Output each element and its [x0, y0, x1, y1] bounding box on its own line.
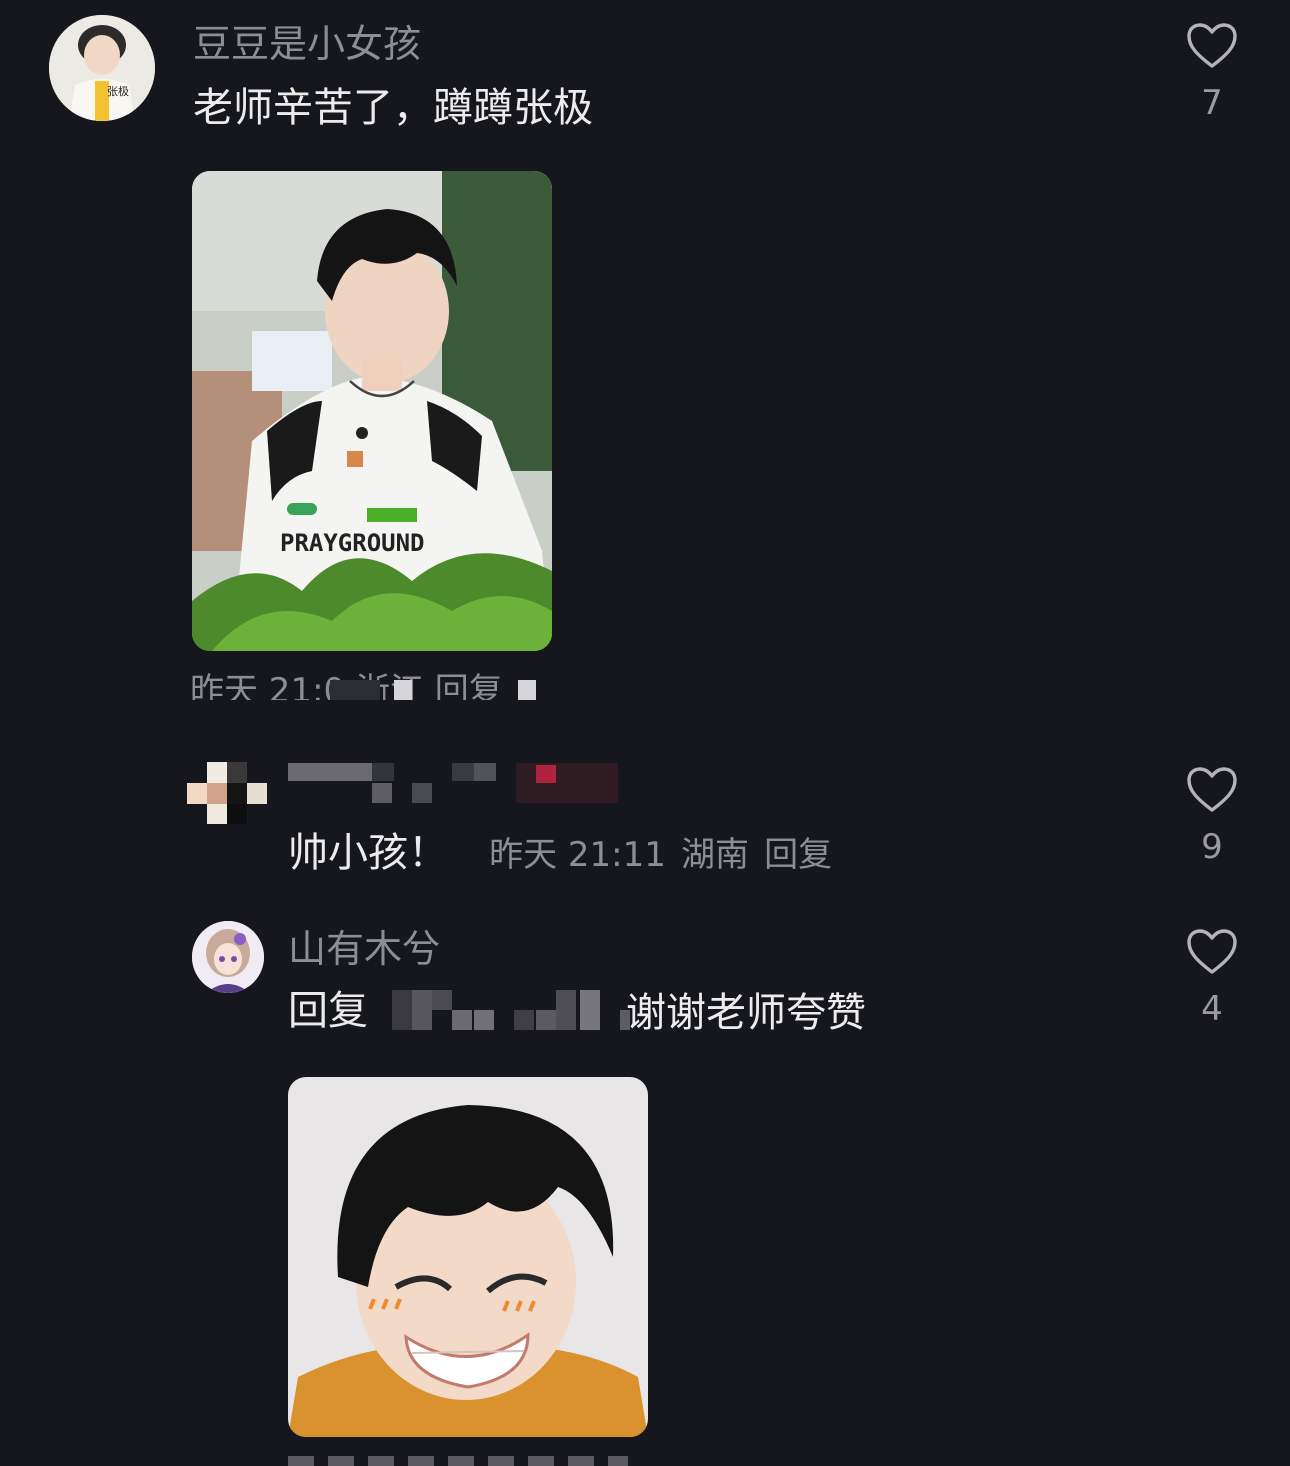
like-button[interactable]: 4	[1177, 928, 1247, 1026]
meta-location: 湖南	[680, 835, 749, 875]
like-button[interactable]: 9	[1177, 766, 1247, 864]
meta-time: 昨天 21:11	[489, 835, 666, 875]
comment-text: 帅小孩！	[288, 830, 448, 876]
comment-username-redacted[interactable]	[288, 763, 623, 807]
comment-photo[interactable]: PRAYGROUND	[192, 171, 552, 651]
like-button[interactable]: 7	[1177, 22, 1247, 120]
avatar-caption: 张极	[107, 84, 129, 98]
like-count: 4	[1201, 989, 1223, 1029]
avatar-redacted[interactable]	[187, 762, 269, 824]
heart-outline-icon[interactable]	[1177, 928, 1247, 976]
comment-text: 老师辛苦了，蹲蹲张极	[193, 85, 593, 131]
photo-image	[288, 1077, 648, 1437]
like-count: 9	[1201, 827, 1223, 867]
heart-outline-icon[interactable]	[1177, 766, 1247, 814]
photo-caption: PRAYGROUND	[280, 529, 425, 557]
comment-username[interactable]: 山有木兮	[288, 930, 440, 968]
avatar[interactable]	[192, 921, 264, 993]
comment-meta-clipped: 昨天 21:0 浙江 回复	[190, 672, 550, 700]
comment-username[interactable]: 豆豆是小女孩	[193, 25, 421, 63]
like-count: 7	[1201, 83, 1223, 123]
reply-button[interactable]: 回复	[435, 672, 503, 700]
avatar-image	[192, 921, 264, 993]
reply-button[interactable]: 回复	[764, 835, 832, 875]
heart-outline-icon[interactable]	[1177, 22, 1247, 70]
meta-time: 昨天 21:0	[190, 672, 346, 700]
comment-meta-clipped	[288, 1456, 648, 1466]
comment-text: 谢谢老师夸赞	[626, 990, 866, 1036]
photo-image: PRAYGROUND	[192, 171, 552, 651]
avatar-image: 张极	[49, 15, 155, 121]
avatar[interactable]: 张极	[49, 15, 155, 121]
comment-photo[interactable]	[288, 1077, 648, 1437]
reply-prefix: 回复	[288, 988, 368, 1034]
mentioned-user-redacted[interactable]	[374, 990, 634, 1034]
